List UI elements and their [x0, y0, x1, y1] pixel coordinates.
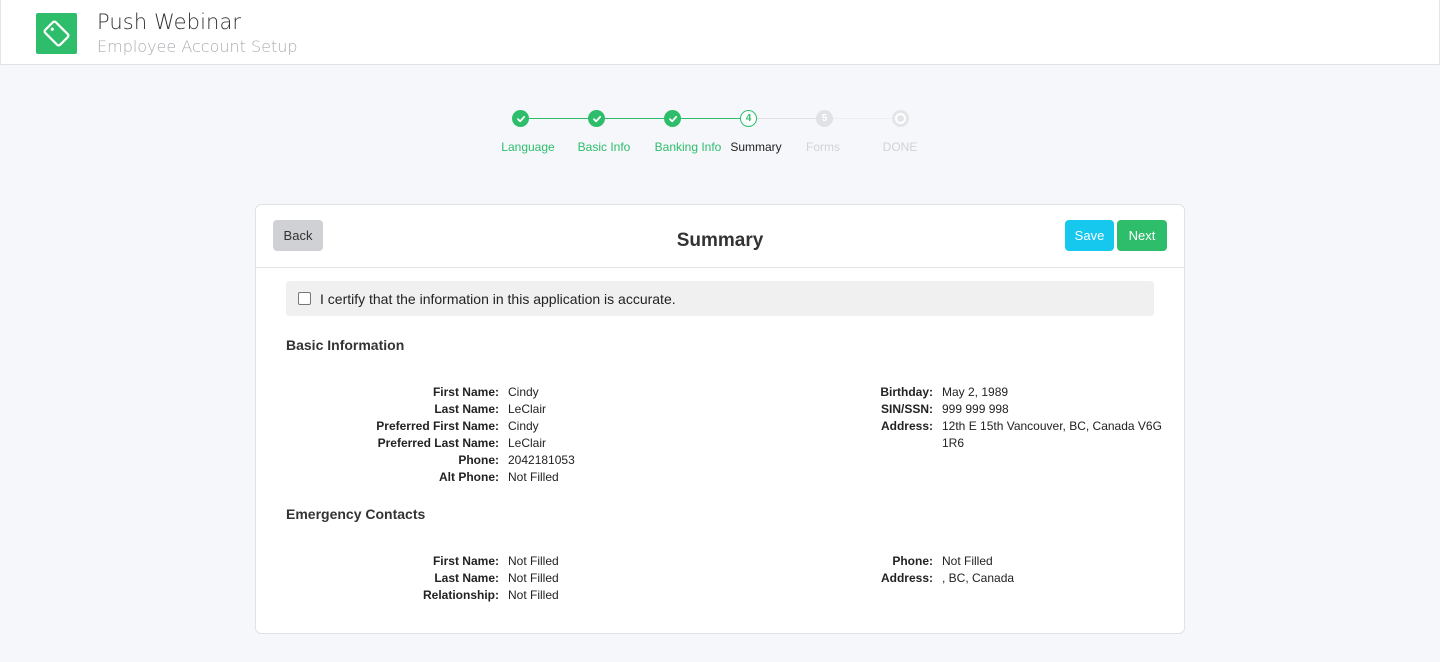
field-label: Alt Phone:	[439, 470, 499, 484]
field-label: Birthday:	[880, 385, 933, 399]
step-label-banking-info[interactable]: Banking Info	[655, 140, 722, 154]
certify-checkbox[interactable]	[298, 292, 311, 305]
field-value: Not Filled	[508, 470, 559, 484]
logo	[36, 13, 77, 54]
field-alt-phone: Alt Phone:	[256, 469, 499, 486]
field-label: Phone:	[458, 453, 499, 467]
tag-icon	[43, 20, 70, 47]
field-value: May 2, 1989	[942, 385, 1009, 399]
step-summary-marker: 4	[740, 110, 757, 127]
app-header: Push Webinar Employee Account Setup	[0, 0, 1440, 65]
field-ec-phone: Phone:	[256, 553, 933, 570]
field-address: Address:	[256, 418, 933, 435]
field-preferred-last-name: Preferred Last Name:	[256, 435, 499, 452]
field-label: Address:	[880, 571, 933, 585]
step-done-marker	[892, 110, 909, 127]
summary-card: Back Summary Save Next I certify that th…	[255, 204, 1185, 634]
save-button[interactable]: Save	[1065, 220, 1114, 251]
field-value: Not Filled	[942, 554, 993, 568]
step-label-forms: Forms	[806, 140, 840, 154]
step-basic-info-check-icon	[588, 110, 605, 127]
field-label: Phone:	[892, 554, 933, 568]
field-label: SIN/SSN:	[880, 402, 933, 416]
app-subtitle: Employee Account Setup	[97, 37, 298, 56]
card-header: Back Summary Save Next	[256, 205, 1184, 268]
progress-stepper: 4 5 Language Basic Info Banking Info Sum…	[490, 108, 950, 158]
field-value: Not Filled	[508, 588, 559, 602]
field-value: 2042181053	[508, 453, 575, 467]
field-birthday: Birthday:	[256, 384, 933, 401]
field-value: LeClair	[508, 436, 547, 450]
step-label-done: DONE	[882, 140, 918, 154]
app-title: Push Webinar	[97, 10, 242, 34]
certify-row: I certify that the information in this a…	[286, 281, 1154, 316]
field-ec-relationship: Relationship:	[256, 587, 499, 604]
step-label-summary: Summary	[730, 140, 782, 154]
step-label-language[interactable]: Language	[501, 140, 554, 154]
field-ec-address: Address:	[256, 570, 933, 587]
next-button[interactable]: Next	[1117, 220, 1167, 251]
field-value: 12th E 15th Vancouver, BC, Canada V6G	[942, 419, 1162, 433]
step-forms-marker: 5	[816, 110, 833, 127]
field-label: Address:	[880, 419, 933, 433]
basic-info-heading: Basic Information	[286, 337, 405, 353]
field-label: Preferred Last Name:	[377, 436, 499, 450]
page-title: Summary	[676, 230, 764, 251]
step-banking-info-check-icon	[664, 110, 681, 127]
emergency-contacts-heading: Emergency Contacts	[286, 506, 426, 522]
field-value: 999 999 998	[942, 402, 1009, 416]
certify-label[interactable]: I certify that the information in this a…	[320, 291, 676, 307]
field-label: Relationship:	[422, 588, 499, 602]
field-sin-ssn: SIN/SSN:	[256, 401, 933, 418]
field-phone: Phone:	[256, 452, 499, 469]
field-value-continued: 1R6	[942, 436, 965, 450]
field-value: , BC, Canada	[942, 571, 1015, 585]
step-label-basic-info[interactable]: Basic Info	[578, 140, 631, 154]
step-language-check-icon	[512, 110, 529, 127]
